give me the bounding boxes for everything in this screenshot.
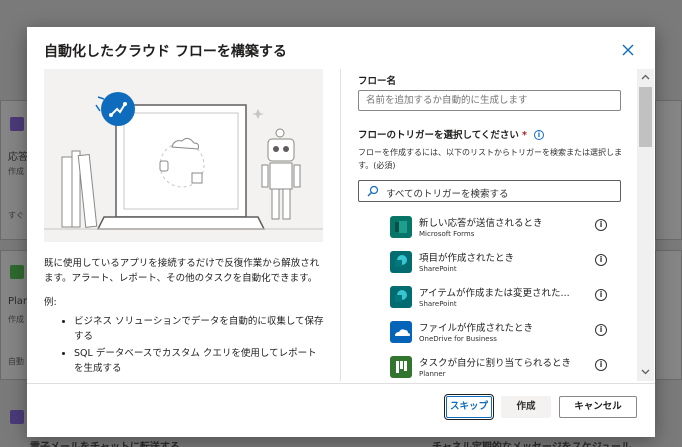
trigger-item-sharepoint-modified[interactable]: アイテムが作成または変更された... SharePoint i: [389, 281, 619, 316]
skip-button[interactable]: スキップ: [444, 394, 494, 420]
outlook-icon: [10, 410, 24, 424]
bg-bottom-right: チャネル定期的なメッセージをスケジュール: [432, 438, 631, 447]
example-item: SQL データベースでカスタム クエリを使用してレポートを生成する: [74, 346, 324, 376]
chevron-up-icon[interactable]: [641, 73, 650, 82]
required-mark: *: [521, 130, 527, 141]
bg-card-right-mid: [655, 250, 682, 380]
cancel-button[interactable]: キャンセル: [559, 396, 637, 418]
flow-name-input[interactable]: [358, 90, 621, 111]
info-icon[interactable]: i: [533, 130, 544, 140]
trigger-list: 新しい応答が送信されるとき Microsoft Forms i 項目が作成された…: [389, 211, 619, 381]
sharepoint-icon: [390, 286, 412, 308]
trigger-service: OneDrive for Business: [419, 335, 497, 343]
sharepoint-icon: [390, 251, 412, 273]
description-text: 既に使用しているアプリを接続するだけで反復作業から解放されます。アラート、レポー…: [44, 258, 320, 284]
trigger-item-planner[interactable]: タスクが自分に割り当てられるとき Planner i: [389, 351, 619, 381]
bg-card-foot: 自動: [8, 357, 24, 366]
info-icon[interactable]: i: [595, 219, 607, 231]
bg-card-right-top: [655, 100, 682, 240]
example-label: 例:: [44, 297, 57, 308]
trigger-service: Microsoft Forms: [419, 230, 475, 238]
trigger-name: 新しい応答が送信されるとき: [419, 218, 543, 229]
description: 既に使用しているアプリを接続するだけで反復作業から解放されます。アラート、レポー…: [44, 256, 324, 378]
trigger-name: 項目が作成されたとき: [419, 253, 515, 264]
info-icon[interactable]: i: [595, 289, 607, 301]
onedrive-icon: [390, 321, 412, 343]
trigger-name: タスクが自分に割り当てられるとき: [419, 358, 572, 369]
bg-bottom-left: 電子メールをチャットに転送する: [30, 438, 180, 447]
trigger-service: SharePoint: [419, 265, 457, 273]
create-flow-dialog: 自動化したクラウド フローを構築する 既に使用しているアプリを接続するだけで反復…: [27, 27, 655, 437]
info-icon[interactable]: i: [595, 324, 607, 336]
trigger-search-input[interactable]: すべてのトリガーを検索する: [358, 180, 621, 202]
dialog-title: 自動化したクラウド フローを構築する: [44, 44, 287, 60]
trigger-name: アイテムが作成または変更された...: [419, 288, 570, 299]
flow-name-label: フロー名: [358, 76, 397, 87]
trigger-item-sharepoint-created[interactable]: 項目が作成されたとき SharePoint i: [389, 246, 619, 281]
search-placeholder: すべてのトリガーを検索する: [386, 189, 509, 200]
info-icon[interactable]: i: [595, 359, 607, 371]
scrollbar[interactable]: [637, 69, 654, 381]
trigger-label-row: フローのトリガーを選択してください * i: [358, 127, 544, 141]
illustration: [44, 69, 323, 242]
forms-icon: [390, 216, 412, 238]
trigger-service: SharePoint: [419, 300, 457, 308]
footer-divider: [27, 383, 655, 384]
example-list: ビジネス ソリューションでデータを自動的に収集して保存する SQL データベース…: [44, 314, 324, 376]
search-icon: [367, 185, 379, 197]
planner-icon: [10, 265, 24, 279]
close-icon[interactable]: [621, 43, 635, 57]
column-divider: [340, 69, 341, 381]
trigger-help-text: フローを作成するには、以下のリストからトリガーを検索または選択します。(必須): [358, 148, 622, 170]
trigger-service: Planner: [419, 370, 446, 378]
planner-icon: [390, 356, 412, 378]
trigger-name: ファイルが作成されたとき: [419, 323, 534, 334]
chevron-down-icon[interactable]: [641, 367, 650, 376]
info-icon[interactable]: i: [595, 254, 607, 266]
trigger-label: フローのトリガーを選択してください: [358, 130, 519, 141]
trigger-item-forms[interactable]: 新しい応答が送信されるとき Microsoft Forms i: [389, 211, 619, 246]
bg-card-foot: すぐ: [8, 211, 24, 220]
bg-card-title: 応答: [8, 152, 28, 163]
scrollbar-thumb[interactable]: [639, 87, 652, 147]
forms-icon: [10, 117, 24, 131]
create-button[interactable]: 作成: [501, 396, 551, 418]
bg-card-sub: 作成: [8, 315, 24, 324]
trigger-item-onedrive[interactable]: ファイルが作成されたとき OneDrive for Business i: [389, 316, 619, 351]
bg-card-sub: 作成: [8, 167, 24, 176]
example-item: ビジネス ソリューションでデータを自動的に収集して保存する: [74, 314, 324, 344]
laptop-illustration-icon: [44, 92, 323, 230]
